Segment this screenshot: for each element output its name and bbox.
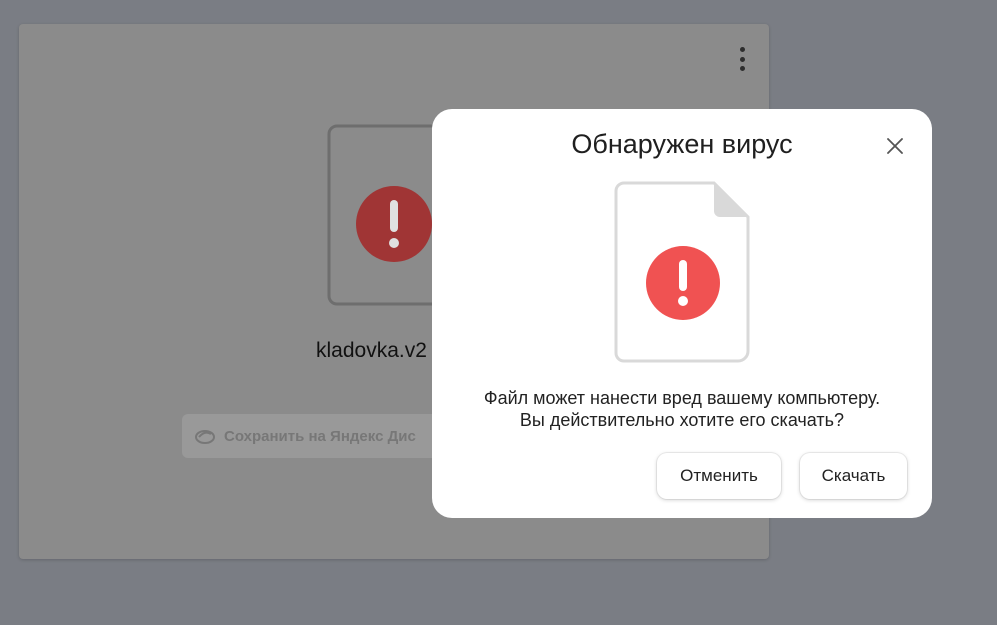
- cancel-button[interactable]: Отменить: [657, 453, 781, 499]
- file-name: kladovka.v2: [316, 339, 427, 362]
- more-options-button[interactable]: [735, 47, 749, 71]
- save-to-disk-label: Сохранить на Яндекс Дис: [224, 427, 416, 445]
- warning-message-line: Вы действительно хотите его скачать?: [519, 410, 845, 430]
- dot: [739, 66, 745, 71]
- dialog-title: Обнаружен вирус: [571, 129, 793, 159]
- dot: [739, 56, 745, 62]
- virus-warning-dialog: Обнаружен вирус Файл может нанести вред …: [432, 109, 932, 518]
- file-warning-icon: [614, 181, 750, 363]
- download-button[interactable]: Скачать: [800, 453, 907, 499]
- close-icon[interactable]: [885, 136, 905, 156]
- save-to-disk-button[interactable]: Сохранить на Яндекс Дис: [182, 414, 462, 458]
- disk-icon: [195, 430, 215, 444]
- warning-message: Файл может нанести вред вашему компьютер…: [432, 387, 932, 431]
- warning-message-line: Файл может нанести вред вашему компьютер…: [483, 388, 881, 408]
- dot: [739, 47, 745, 52]
